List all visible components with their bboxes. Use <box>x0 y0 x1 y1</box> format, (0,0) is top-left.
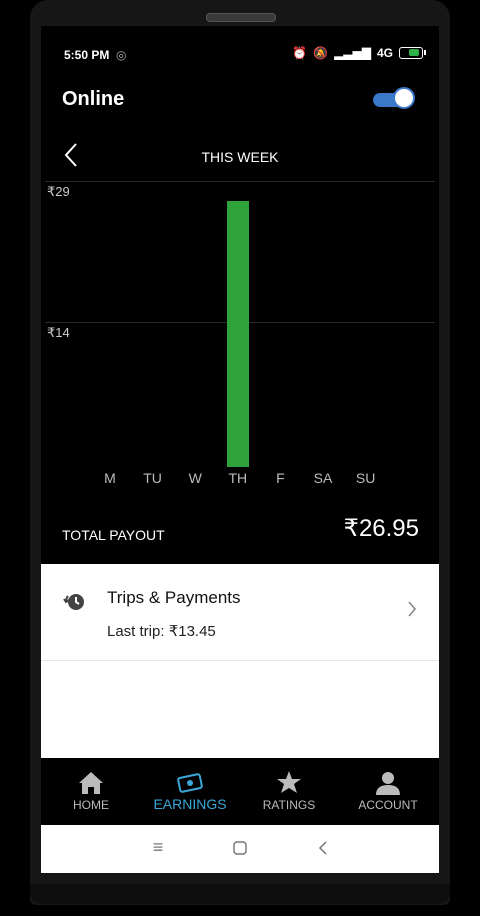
bar-th[interactable] <box>226 201 249 467</box>
chevron-right-icon <box>407 600 417 624</box>
nav-earnings-label: EARNINGS <box>153 796 227 812</box>
app-screen: 5:50 PM ◎ ⏰ 🔕 ▂▃▅▇ 4G Online THIS WEEK ₹… <box>41 26 439 873</box>
period-title: THIS WEEK <box>201 149 279 165</box>
bottom-navigation: HOME EARNINGS RATINGS ACCOUNT <box>41 758 439 825</box>
day-label-f[interactable]: F <box>260 470 300 486</box>
hotspot-icon: ◎ <box>116 48 127 62</box>
status-icons: ⏰ 🔕 ▂▃▅▇ 4G <box>292 46 426 60</box>
home-icon <box>79 772 103 794</box>
earnings-icon <box>177 773 203 793</box>
card-title: Trips & Payments <box>107 588 241 607</box>
menu-icon[interactable]: ≡ <box>143 837 173 858</box>
total-payout-label: TOTAL PAYOUT <box>62 527 165 543</box>
system-navigation-bar: ≡ <box>41 825 439 873</box>
toggle-knob <box>393 87 415 109</box>
day-label-sa[interactable]: SA <box>303 470 343 486</box>
y-tick-label-mid: ₹14 <box>47 325 70 340</box>
online-status-label: Online <box>62 88 125 110</box>
network-type: 4G <box>376 46 393 60</box>
alarm-icon: ⏰ <box>292 46 308 60</box>
last-trip-amount: Last trip: ₹13.45 <box>107 623 216 640</box>
day-label-tu[interactable]: TU <box>133 470 173 486</box>
day-label-th[interactable]: TH <box>218 470 258 486</box>
nav-earnings[interactable]: EARNINGS <box>141 758 239 825</box>
phone-speaker <box>206 13 276 22</box>
day-label-w[interactable]: W <box>175 470 215 486</box>
earnings-chart: ₹29 ₹14 M TU W TH F SA SU <box>41 176 439 496</box>
person-icon <box>376 772 400 795</box>
gridline-top <box>45 181 435 182</box>
nav-home-label: HOME <box>73 798 109 812</box>
battery-icon <box>399 47 426 59</box>
nav-ratings[interactable]: RATINGS <box>240 758 338 825</box>
day-label-su[interactable]: SU <box>346 470 386 486</box>
signal-icon: ▂▃▅▇ <box>334 46 371 60</box>
mute-icon: 🔕 <box>313 46 329 60</box>
nav-account[interactable]: ACCOUNT <box>339 758 437 825</box>
battery-fill <box>409 49 419 56</box>
online-toggle[interactable] <box>371 87 417 111</box>
nav-home[interactable]: HOME <box>42 758 140 825</box>
nav-ratings-label: RATINGS <box>262 798 316 812</box>
trips-payments-row[interactable]: Trips & Payments Last trip: ₹13.45 <box>41 564 439 661</box>
history-icon <box>63 594 84 610</box>
phone-bottom-edge <box>30 884 450 904</box>
nav-account-label: ACCOUNT <box>358 798 418 812</box>
status-bar: 5:50 PM ◎ ⏰ 🔕 ▂▃▅▇ 4G <box>41 46 439 66</box>
back-icon[interactable] <box>308 837 338 861</box>
total-payout-value: ₹26.95 <box>343 515 419 542</box>
trips-payments-card: Trips & Payments Last trip: ₹13.45 <box>41 564 439 758</box>
status-time: 5:50 PM <box>64 48 110 62</box>
y-tick-label-max: ₹29 <box>47 184 70 199</box>
star-icon <box>277 771 301 793</box>
home-square-icon[interactable] <box>225 837 255 860</box>
day-label-m[interactable]: M <box>90 470 130 486</box>
